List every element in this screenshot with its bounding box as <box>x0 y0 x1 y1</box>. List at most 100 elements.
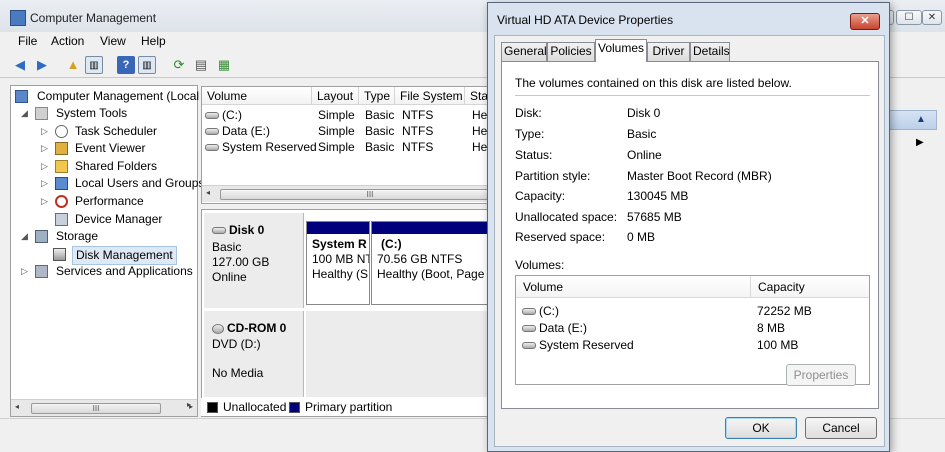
more-actions-arrow-icon[interactable]: ▶ <box>916 137 924 148</box>
tab-driver[interactable]: Driver <box>647 42 690 61</box>
scroll-thumb[interactable]: III <box>31 403 161 414</box>
tab-volumes[interactable]: Volumes <box>595 39 647 62</box>
volume-type: Basic <box>365 140 395 154</box>
scroll-left-arrow-icon[interactable]: ◂ <box>206 188 210 197</box>
prop-label: Status: <box>515 148 553 162</box>
prop-value: Online <box>627 148 662 162</box>
disk0-title: Disk 0 <box>212 223 264 237</box>
volume-icon <box>522 325 536 333</box>
menu-view[interactable]: View <box>100 34 126 48</box>
cdrom-media: No Media <box>212 366 264 380</box>
tree-horizontal-scrollbar[interactable]: ◂ III ▸ <box>11 399 197 416</box>
clock-icon <box>55 125 68 138</box>
expanded-arrow-icon[interactable]: ◢ <box>21 228 28 245</box>
close-button[interactable]: ✕ <box>922 10 942 25</box>
event-viewer-icon <box>55 142 68 155</box>
scroll-left-arrow-icon[interactable]: ◂ <box>15 402 19 411</box>
column-layout[interactable]: Layout <box>312 87 359 105</box>
show-action-pane-icon[interactable]: ▥ <box>138 56 156 74</box>
cdrom0-label[interactable]: CD-ROM 0 DVD (D:) No Media <box>204 311 304 397</box>
disk0-label[interactable]: Disk 0 Basic 127.00 GB Online <box>204 213 304 308</box>
volume-status: He <box>472 140 488 154</box>
back-arrow-icon[interactable]: ◀ <box>11 56 29 74</box>
prop-label: Type: <box>515 127 545 141</box>
collapsed-arrow-icon[interactable]: ▷ <box>41 123 48 140</box>
collapsed-arrow-icon[interactable]: ▷ <box>41 140 48 157</box>
tab-details[interactable]: Details <box>690 42 730 61</box>
volume-row[interactable]: (C:) <box>522 303 559 319</box>
primary-partition-swatch <box>289 402 300 413</box>
disk-size: 127.00 GB <box>212 255 270 269</box>
disk-name: Disk 0 <box>229 223 265 237</box>
volume-status: He <box>472 124 488 138</box>
tree-label: Local Users and Groups <box>75 176 205 190</box>
prop-value: Basic <box>627 127 657 141</box>
tools-icon <box>35 107 48 120</box>
column-capacity[interactable]: Capacity <box>751 276 869 298</box>
volume-list: Volume Layout Type File System Sta (C:) … <box>201 86 520 204</box>
volume-row[interactable]: (C:) <box>205 107 242 123</box>
column-type[interactable]: Type <box>359 87 395 105</box>
volume-row[interactable]: Data (E:) <box>205 123 270 139</box>
separator <box>515 95 870 96</box>
tab-policies[interactable]: Policies <box>547 42 595 61</box>
expanded-arrow-icon[interactable]: ◢ <box>21 105 28 122</box>
refresh-icon[interactable]: ⟳ <box>170 56 188 74</box>
partition-status: Healthy (S <box>312 267 369 281</box>
volume-row[interactable]: System Reserved <box>522 337 634 353</box>
volume-name: Data (E:) <box>539 321 588 335</box>
volume-icon <box>522 342 536 350</box>
show-hide-tree-icon[interactable]: ▥ <box>85 56 103 74</box>
forward-arrow-icon[interactable]: ▶ <box>33 56 51 74</box>
menu-file[interactable]: File <box>18 34 37 48</box>
volume-icon <box>205 128 219 136</box>
cdrom-title: CD-ROM 0 <box>212 321 286 335</box>
partition-system-reserved[interactable]: System R 100 MB NTF Healthy (S <box>306 221 370 305</box>
collapsed-arrow-icon[interactable]: ▷ <box>41 175 48 192</box>
tree-label: Storage <box>56 229 99 243</box>
properties-button[interactable]: Properties <box>786 364 856 386</box>
cancel-button[interactable]: Cancel <box>805 417 877 439</box>
volume-row[interactable]: System Reserved <box>205 139 317 155</box>
volume-fs: NTFS <box>402 140 434 154</box>
menu-help[interactable]: Help <box>141 34 166 48</box>
volume-fs: NTFS <box>402 108 434 122</box>
users-icon <box>55 177 68 190</box>
volume-icon <box>205 144 219 152</box>
partition-c[interactable]: (C:) 70.56 GB NTFS Healthy (Boot, Page <box>371 221 491 305</box>
legend-unallocated: Unallocated <box>223 400 287 414</box>
export-list-icon[interactable]: ▦ <box>215 56 233 74</box>
disk-properties-dialog: Virtual HD ATA Device Properties ✕ Gener… <box>487 2 890 452</box>
column-volume[interactable]: Volume <box>516 276 751 298</box>
prop-value: 130045 MB <box>627 189 689 203</box>
properties-icon[interactable]: ▤ <box>192 56 210 74</box>
tab-general[interactable]: General <box>501 42 547 61</box>
column-file-system[interactable]: File System <box>395 87 465 105</box>
volume-list-horizontal-scrollbar[interactable]: ◂ III <box>202 185 520 202</box>
primary-partition-bar <box>372 222 490 234</box>
volume-type: Basic <box>365 108 395 122</box>
actions-header[interactable]: ▲ <box>887 110 937 130</box>
dialog-close-button[interactable]: ✕ <box>850 13 880 30</box>
volume-capacity: 72252 MB <box>757 304 812 318</box>
cdrom-icon <box>212 323 224 334</box>
tree-scroll-right-icon[interactable]: ▸ <box>187 400 199 416</box>
maximize-button[interactable]: ☐ <box>896 10 922 25</box>
collapsed-arrow-icon[interactable]: ▷ <box>21 263 28 280</box>
volume-row[interactable]: Data (E:) <box>522 320 587 336</box>
primary-partition-bar <box>307 222 369 234</box>
up-folder-icon[interactable]: ▲ <box>64 56 82 74</box>
disk-icon <box>212 227 226 235</box>
collapsed-arrow-icon[interactable]: ▷ <box>41 193 48 210</box>
prop-value: 57685 MB <box>627 210 682 224</box>
prop-label: Disk: <box>515 106 542 120</box>
storage-icon <box>35 230 48 243</box>
scroll-thumb[interactable]: III <box>220 189 520 200</box>
help-icon[interactable]: ? <box>117 56 135 74</box>
collapse-up-icon[interactable]: ▲ <box>916 114 926 125</box>
ok-button[interactable]: OK <box>725 417 797 439</box>
menu-action[interactable]: Action <box>51 34 84 48</box>
collapsed-arrow-icon[interactable]: ▷ <box>41 158 48 175</box>
column-volume[interactable]: Volume <box>202 87 312 105</box>
volume-capacity: 8 MB <box>757 321 786 335</box>
